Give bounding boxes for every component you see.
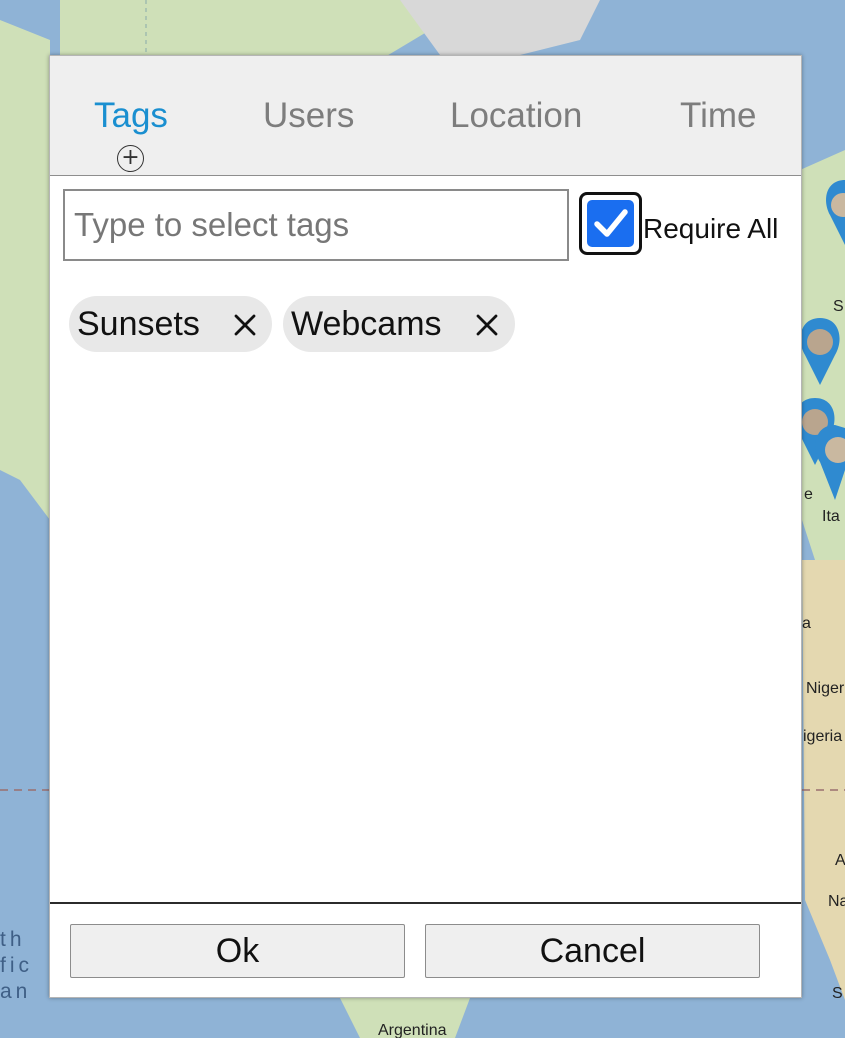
tag-chip-webcams: Webcams [283,296,515,352]
ok-button[interactable]: Ok [70,924,405,978]
checkbox-fill [587,200,634,247]
tag-chip-label: Sunsets [77,305,200,343]
ocean-label-line: th [0,928,26,951]
tab-time[interactable]: Time [680,96,756,136]
filter-dialog: Tags Users Location Time + Require All S… [49,55,802,998]
map-label-s-north: S [833,298,844,315]
map-label-italy: Ita [822,508,840,525]
close-icon[interactable] [476,314,498,336]
tab-location[interactable]: Location [450,96,582,136]
map-label-na: Na [828,893,845,910]
tags-panel: Require All Sunsets Webcams [52,179,799,902]
map-label-s-south: S [832,985,843,1002]
cancel-button[interactable]: Cancel [425,924,760,978]
require-all-label[interactable]: Require All [643,213,778,245]
checkmark-icon [594,209,628,237]
map-label-e: e [804,486,813,503]
map-label-niger: Niger [806,680,845,697]
ocean-label-line: fic [0,954,33,977]
tag-chip-label: Webcams [291,305,442,343]
plus-circle-icon[interactable]: + [117,145,144,172]
ocean-label: th fic an [0,927,33,1005]
land-north [60,0,430,60]
map-label-argentina: Argentina [378,1022,447,1038]
tab-bar: Tags Users Location Time + [50,56,801,176]
dialog-footer: Ok Cancel [50,902,801,997]
tab-tags[interactable]: Tags [94,96,168,136]
require-all-checkbox[interactable] [579,192,642,255]
land-west [0,20,50,520]
map-label-a-small: a [802,615,811,632]
tag-chip-sunsets: Sunsets [69,296,272,352]
ocean-label-line: an [0,980,32,1003]
tag-search-input[interactable] [63,189,569,261]
map-label-nigeria: igeria [803,728,843,745]
close-icon[interactable] [234,314,256,336]
tab-users[interactable]: Users [263,96,354,136]
map-label-a: A [835,852,845,869]
